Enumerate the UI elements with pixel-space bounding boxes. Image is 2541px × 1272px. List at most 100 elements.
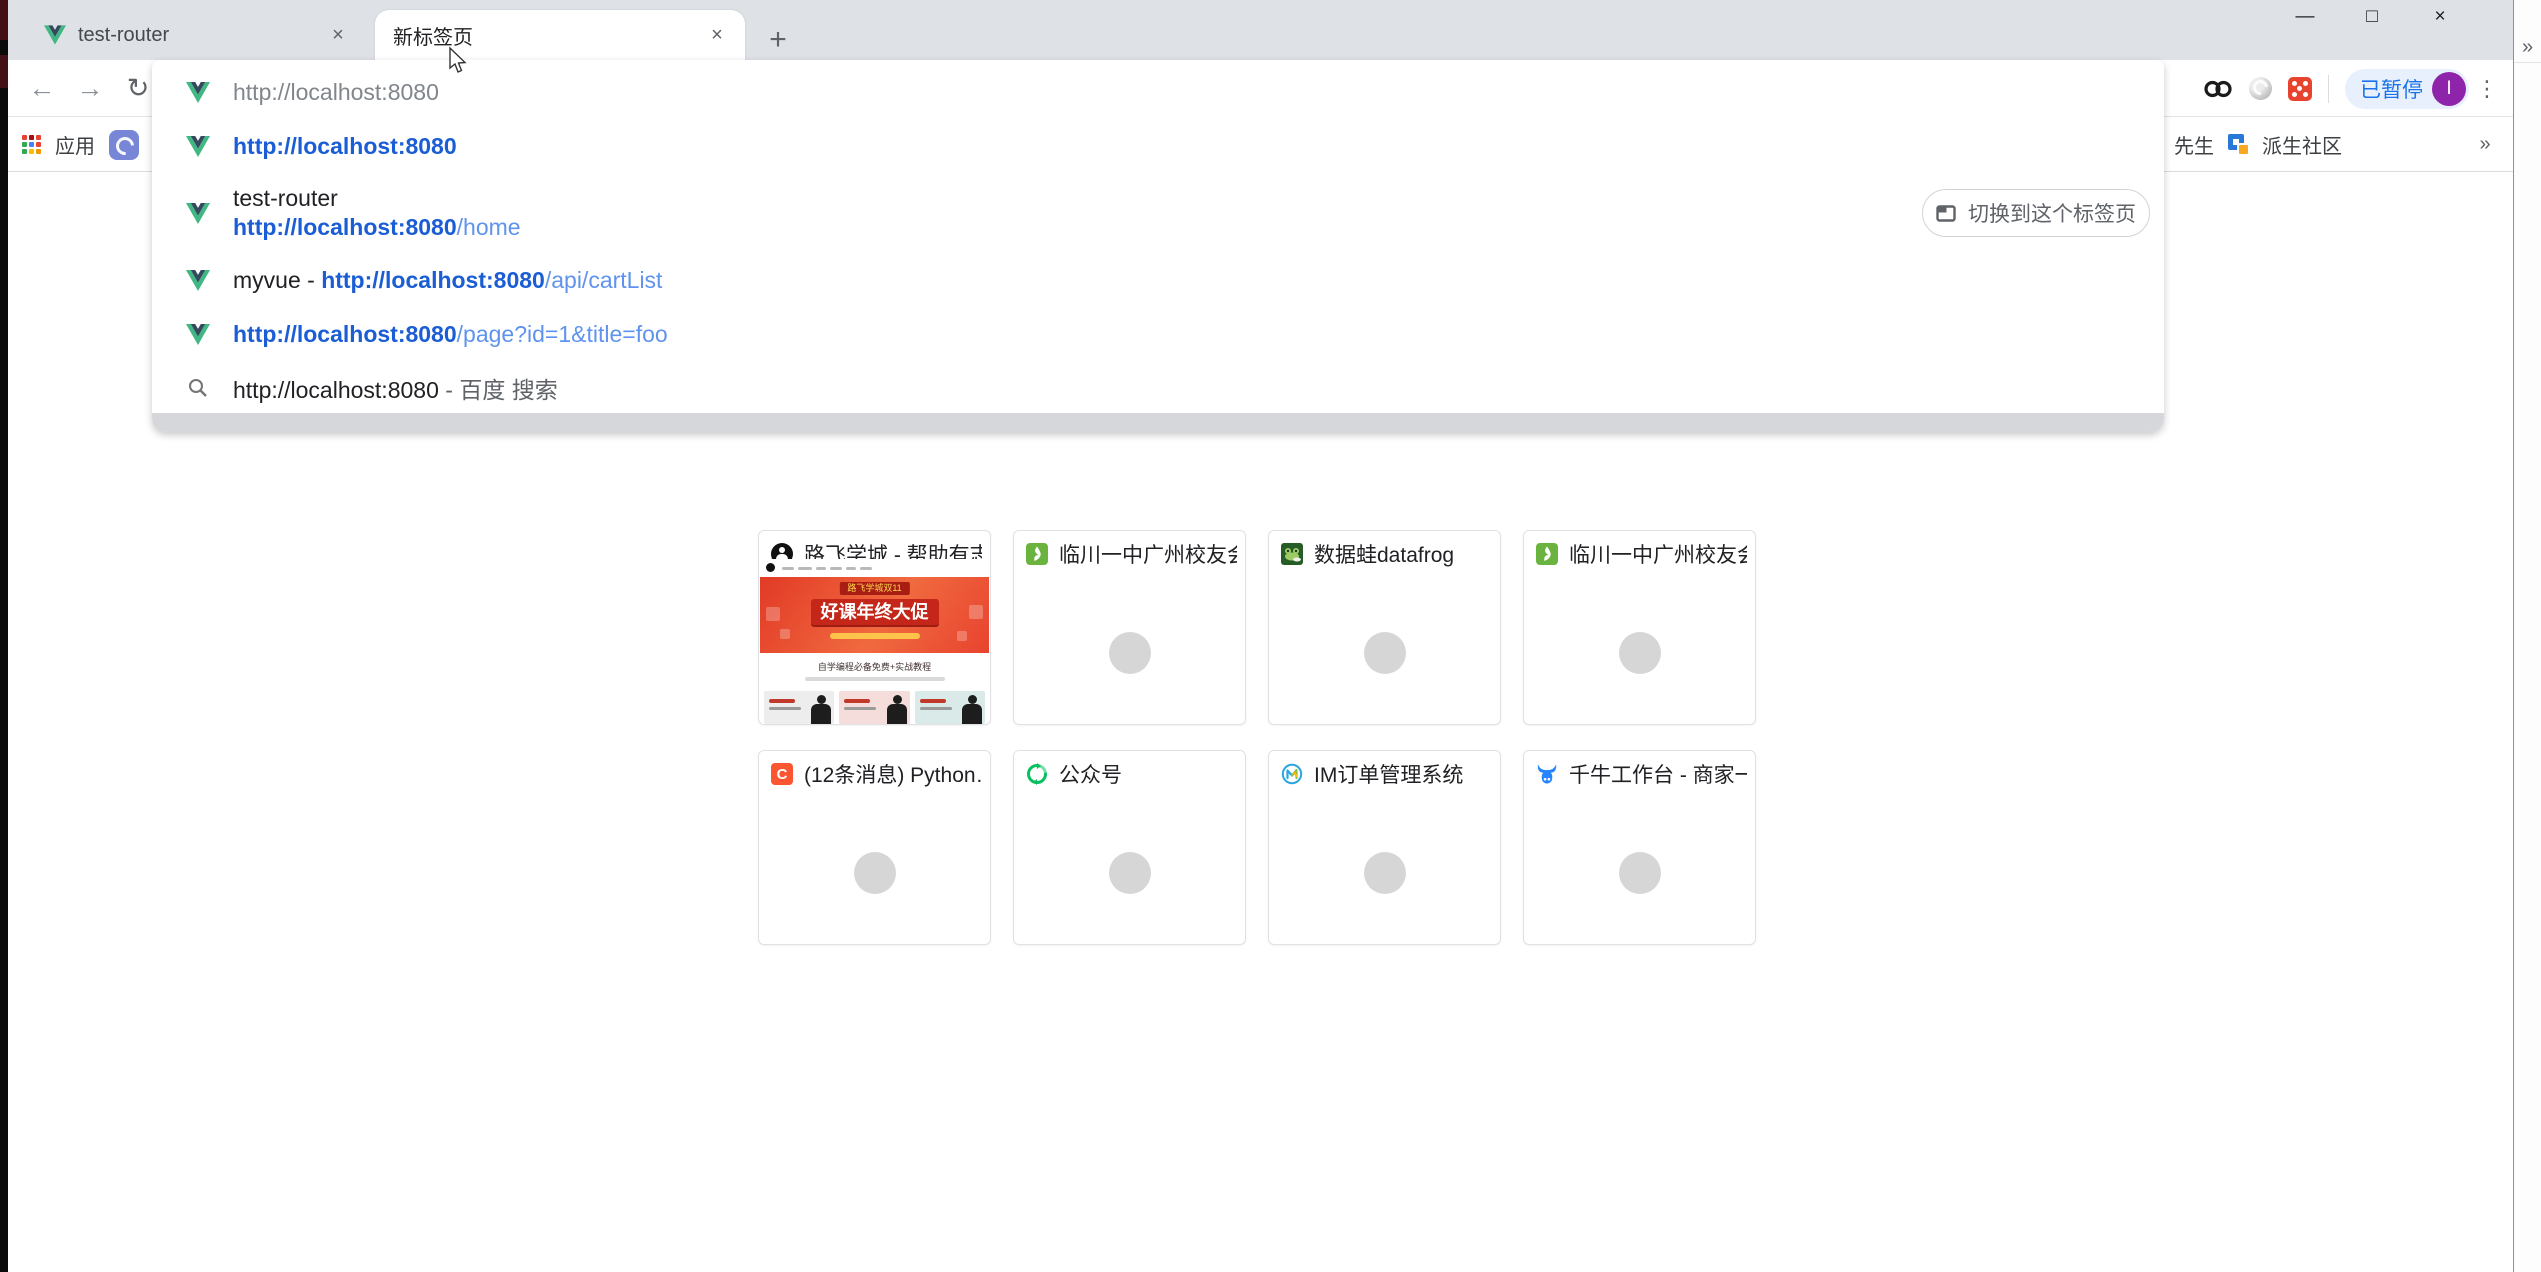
tab-title: 新标签页 [393, 21, 703, 50]
shortcut-tile-datafrog[interactable]: 数据蛙datafrog [1268, 530, 1501, 725]
gray-circle-extension-icon[interactable] [2249, 77, 2272, 100]
browser-window: test-router × 新标签页 × + — □ × ← → ↻ [0, 0, 2541, 1272]
sync-paused-pill[interactable]: 已暂停 I [2345, 69, 2469, 109]
csdn-icon: C [771, 763, 793, 785]
shortcut-tile-official-account[interactable]: 公众号 [1013, 750, 1246, 945]
thumbnail-placeholder [854, 852, 896, 894]
apps-grid-icon[interactable] [22, 135, 41, 154]
apps-shortcut[interactable]: 应用 [55, 130, 95, 159]
shortcut-tile-alumni[interactable]: 临川一中广州校友会 [1013, 530, 1246, 725]
maximize-button[interactable]: □ [2359, 6, 2385, 28]
shortcut-tile-qianniu[interactable]: 千牛工作台 - 商家一… [1523, 750, 1756, 945]
search-suffix: - 百度 搜索 [439, 377, 558, 403]
bookmark-item-xiansheng[interactable]: 先生 [2174, 130, 2214, 159]
qianniu-bull-icon [1536, 763, 1558, 785]
suggestion-url-rest: /page?id=1&title=foo [457, 321, 668, 347]
bookmark-item-community[interactable]: 派生社区 [2226, 130, 2342, 159]
bookmark-label: 派生社区 [2262, 130, 2342, 159]
suggestion-myvue[interactable]: myvue - http://localhost:8080/api/cartLi… [152, 253, 2164, 307]
im-order-icon [1281, 763, 1303, 785]
banner-caption: 自学编程必备免费+实战教程 [760, 660, 989, 673]
thumbnail-placeholder [1619, 632, 1661, 674]
tile-title: (12条消息) Python… [804, 759, 982, 789]
tab-close-icon[interactable]: × [324, 21, 352, 49]
chrome-menu-button[interactable]: ⋮ [2469, 60, 2505, 117]
bookmarks-overflow-chevron[interactable]: » [2470, 117, 2500, 172]
suggestion-url-text: http://localhost:8080 [233, 133, 457, 160]
side-panel-chevron[interactable]: » [2514, 36, 2541, 59]
suggestion-url-bold: http://localhost:8080 [321, 267, 545, 293]
back-button[interactable]: ← [20, 60, 64, 117]
left-edge-strip [0, 0, 8, 1272]
tab-title: test-router [78, 24, 324, 47]
new-tab-button[interactable]: + [760, 24, 796, 58]
search-text: http://localhost:8080 [233, 377, 439, 403]
site-thumbnail: 路飞学城双11 好课年终大促 自学编程必备免费+实战教程 [760, 559, 989, 724]
omnibox-dropdown: http://localhost:8080 http://localhost:8… [152, 60, 2164, 432]
banner-ribbon-text: 路飞学城双11 [839, 582, 909, 595]
tab-new-tab[interactable]: 新标签页 × [375, 10, 745, 60]
suggestion-url-bold: http://localhost:8080 [233, 214, 457, 240]
extensions-area: 已暂停 I [2203, 60, 2469, 117]
thumbnail-placeholder [1364, 632, 1406, 674]
course-card [839, 691, 909, 724]
tile-title: 千牛工作台 - 商家一… [1569, 759, 1747, 789]
vue-logo-icon [185, 322, 211, 346]
profile-avatar[interactable]: I [2432, 72, 2466, 106]
tile-title: 临川一中广州校友会… [1569, 539, 1747, 569]
suggestion-test-router[interactable]: test-router http://localhost:8080/home [152, 173, 2164, 253]
indigo-app-icon[interactable] [109, 130, 139, 160]
shortcut-tile-csdn[interactable]: C (12条消息) Python… [758, 750, 991, 945]
wechat-official-icon [1026, 763, 1048, 785]
suggestion-url[interactable]: http://localhost:8080 [152, 119, 2164, 173]
suggestion-page-query[interactable]: http://localhost:8080/page?id=1&title=fo… [152, 307, 2164, 361]
tile-title: 公众号 [1059, 759, 1122, 789]
suggestion-url-bold: http://localhost:8080 [233, 321, 457, 347]
minimize-button[interactable]: — [2291, 6, 2317, 28]
suggestion-prefix: myvue - [233, 267, 321, 293]
window-controls: — □ × [2291, 6, 2453, 28]
thumbnail-placeholder [1619, 852, 1661, 894]
tab-icon [1936, 205, 1956, 222]
sync-status-label: 已暂停 [2360, 74, 2423, 104]
tile-title: 临川一中广州校友会 [1059, 539, 1237, 569]
link-extension-icon[interactable] [2203, 77, 2233, 101]
tab-close-icon[interactable]: × [703, 21, 731, 49]
suggestion-search[interactable]: http://localhost:8080 - 百度 搜索 [152, 361, 2164, 415]
community-logo-icon [2226, 132, 2252, 158]
side-panel-strip: » [2513, 0, 2541, 1272]
course-card [915, 691, 985, 724]
switch-to-tab-label: 切换到这个标签页 [1968, 198, 2136, 228]
shortcut-tile-luffy[interactable]: 路飞学城 - 帮助有志… 路飞学城双11 好课年终大促 自学编程必备免费+实战教… [758, 530, 991, 725]
search-icon [185, 376, 211, 400]
close-button[interactable]: × [2427, 6, 2453, 28]
tile-title: 数据蛙datafrog [1314, 539, 1454, 569]
vue-logo-icon [185, 80, 211, 104]
suggestion-title: test-router [233, 186, 521, 211]
tile-title: IM订单管理系统 [1314, 759, 1463, 789]
vue-logo-icon [185, 134, 211, 158]
thumbnail-placeholder [1364, 852, 1406, 894]
dice-extension-icon[interactable] [2288, 77, 2312, 101]
banner-headline: 好课年终大促 [811, 599, 939, 625]
promo-banner: 路飞学城双11 好课年终大促 [760, 577, 989, 653]
tab-strip: test-router × 新标签页 × + — □ × [8, 0, 2513, 60]
suggestion-url-rest: /api/cartList [545, 267, 663, 293]
vue-logo-icon [185, 268, 211, 292]
forward-button[interactable]: → [68, 60, 112, 117]
shortcut-tile-im-orders[interactable]: IM订单管理系统 [1268, 750, 1501, 945]
toolbar-separator [2328, 75, 2329, 103]
switch-to-tab-button[interactable]: 切换到这个标签页 [1922, 189, 2150, 237]
thumbnail-placeholder [1109, 852, 1151, 894]
green-leaf-icon [1536, 543, 1558, 565]
tab-test-router[interactable]: test-router × [16, 10, 366, 60]
typed-url: http://localhost:8080 [233, 79, 439, 106]
vue-logo-icon [44, 25, 66, 45]
frog-icon [1281, 543, 1303, 565]
course-card [764, 691, 834, 724]
mouse-cursor [448, 46, 470, 76]
green-leaf-icon [1026, 543, 1048, 565]
thumbnail-placeholder [1109, 632, 1151, 674]
vue-logo-icon [185, 201, 211, 225]
shortcut-tile-alumni-2[interactable]: 临川一中广州校友会… [1523, 530, 1756, 725]
